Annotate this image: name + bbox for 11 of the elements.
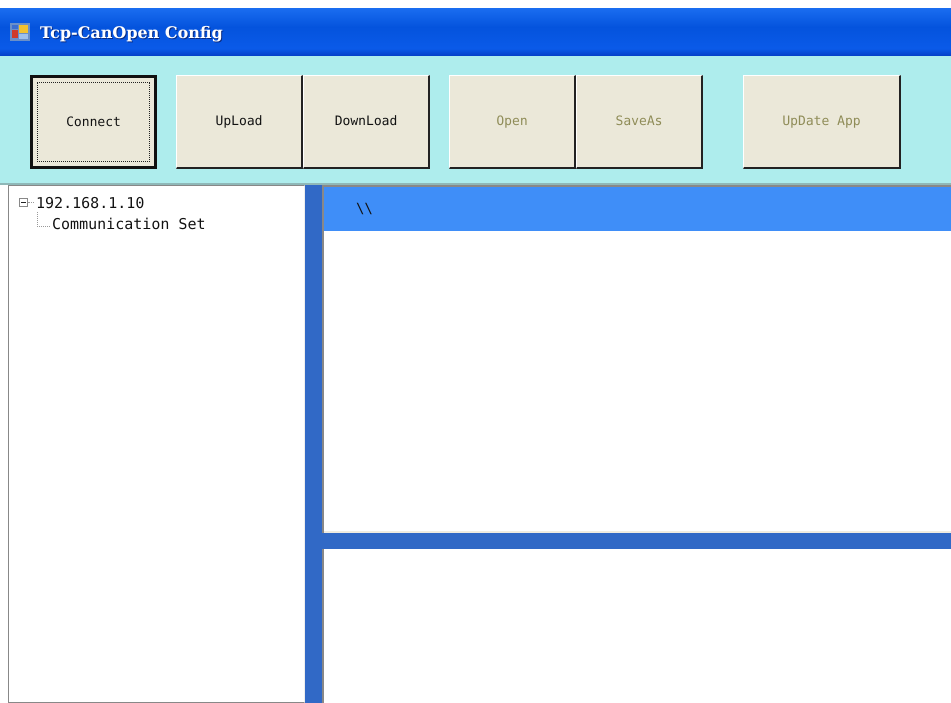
toolbar-button[interactable]: Connect [30,75,157,169]
tree-item[interactable]: 192.168.1.10 [36,194,144,212]
splitter[interactable] [305,185,322,703]
path-text: \\ [356,201,373,217]
tree-item[interactable]: Communication Set [52,214,206,232]
window-title: Tcp-CanOpen Config [40,22,223,42]
splitter[interactable] [322,533,951,549]
toolbar-button[interactable]: DownLoad [303,75,430,169]
collapse-icon[interactable] [19,198,28,207]
toolbar-button[interactable]: UpLoad [176,75,303,169]
app-icon [10,23,30,41]
